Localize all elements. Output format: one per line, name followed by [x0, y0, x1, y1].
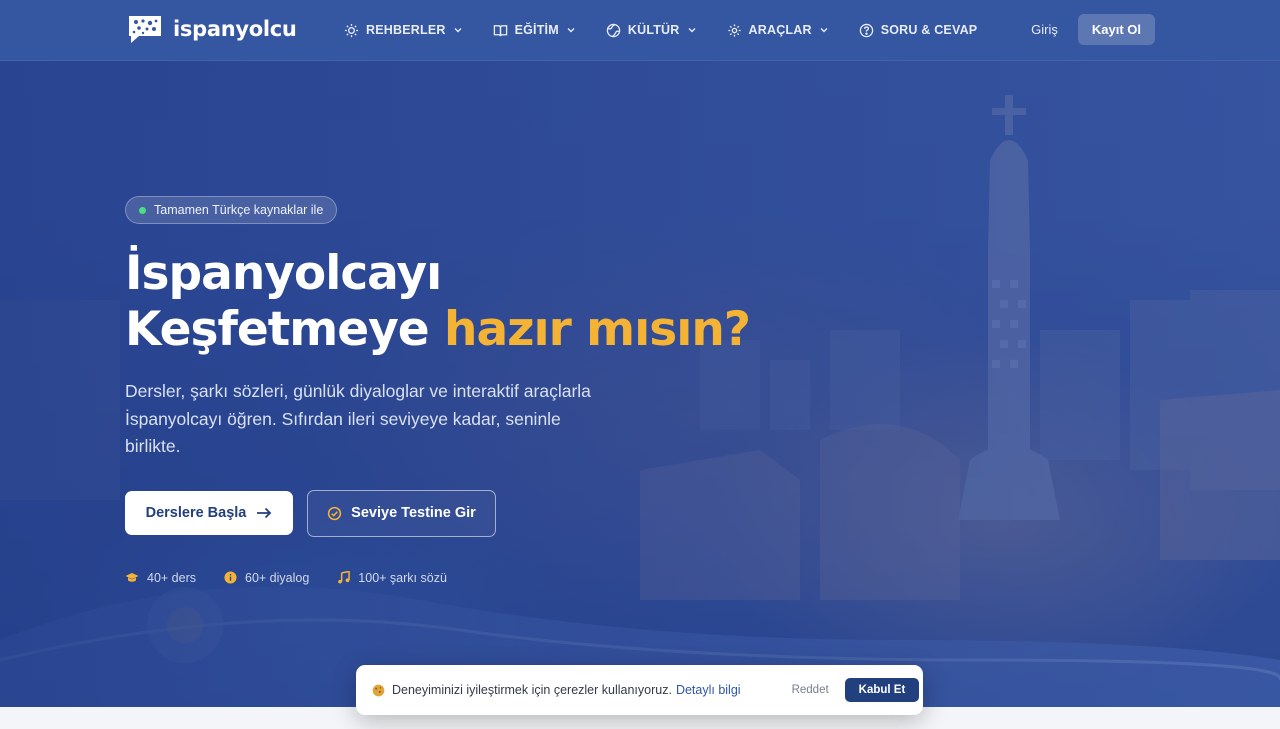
- status-dot-icon: [139, 206, 146, 214]
- cookie-accept-button[interactable]: Kabul Et: [844, 678, 920, 702]
- start-lessons-label: Derslere Başla: [145, 504, 247, 521]
- stat-songs: 100+ şarkı sözü: [337, 571, 447, 585]
- nav-item-egitim[interactable]: EĞİTİM: [493, 23, 576, 38]
- hero-section: Tamamen Türkçe kaynaklar ile İspanyolcay…: [125, 196, 775, 585]
- hero-stats: 40+ ders 60+ diyalog 100+ şarkı sözü: [125, 571, 775, 585]
- nav-item-label: KÜLTÜR: [627, 23, 680, 37]
- stat-label: 60+ diyalog: [245, 570, 310, 585]
- signup-button[interactable]: Kayıt Ol: [1077, 14, 1155, 45]
- nav-item-label: SORU & CEVAP: [880, 23, 978, 37]
- cookie-icon: [372, 684, 385, 696]
- gear-icon: [727, 23, 741, 37]
- question-icon: [859, 23, 873, 37]
- graduation-cap-icon: [125, 572, 139, 582]
- cookie-reject-button[interactable]: Reddet: [792, 684, 829, 696]
- nav-item-rehberler[interactable]: REHBERLER: [344, 23, 463, 38]
- cookie-banner: Deneyiminizi iyileştirmek için çerezler …: [356, 665, 923, 715]
- level-test-label: Seviye Testine Gir: [351, 505, 476, 521]
- music-note-icon: [338, 571, 351, 584]
- cookie-details-link[interactable]: Detaylı bilgi: [676, 683, 741, 697]
- stat-label: 100+ şarkı sözü: [358, 570, 447, 585]
- logo-speech-bubble-icon: [129, 16, 161, 43]
- nav-item-label: ARAÇLAR: [748, 23, 812, 37]
- logo[interactable]: ispanyolcu: [125, 12, 297, 46]
- stat-lessons: 40+ ders: [125, 571, 196, 585]
- stat-dialogues: 60+ diyalog: [224, 571, 309, 585]
- stat-label: 40+ ders: [147, 570, 196, 585]
- main-nav: REHBERLER EĞİTİM KÜLTÜR ARAÇLAR SORU & C…: [344, 0, 1007, 60]
- check-circle-icon: [328, 506, 342, 520]
- hero-title-accent: hazır mısın?: [443, 302, 751, 357]
- chevron-down-icon: [454, 28, 462, 33]
- info-icon: [224, 571, 237, 584]
- arrow-right-icon: [257, 507, 272, 518]
- cookie-message: Deneyiminizi iyileştirmek için çerezler …: [392, 683, 672, 697]
- hero-badge-label: Tamamen Türkçe kaynaklar ile: [154, 203, 324, 217]
- logo-text: ispanyolcu: [173, 17, 297, 41]
- nav-item-kultur[interactable]: KÜLTÜR: [606, 23, 697, 38]
- nav-item-araclar[interactable]: ARAÇLAR: [727, 23, 829, 38]
- hero-subtitle: Dersler, şarkı sözleri, günlük diyalogla…: [125, 381, 591, 456]
- login-link[interactable]: Giriş: [1031, 22, 1058, 37]
- chevron-down-icon: [688, 28, 696, 33]
- site-header: ispanyolcu REHBERLER EĞİTİM KÜLTÜR ARAÇL…: [0, 0, 1280, 61]
- start-lessons-button[interactable]: Derslere Başla: [125, 490, 293, 535]
- nav-item-label: EĞİTİM: [514, 23, 559, 37]
- hero-title: İspanyolcayı Keşfetmeye hazır mısın?: [125, 246, 775, 358]
- chevron-down-icon: [820, 28, 828, 33]
- hero-badge: Tamamen Türkçe kaynaklar ile: [125, 196, 338, 224]
- lightbulb-icon: [344, 23, 359, 37]
- globe-icon: [606, 23, 621, 37]
- book-icon: [493, 24, 507, 36]
- cta-row: Derslere Başla Seviye Testine Gir: [125, 489, 775, 537]
- hero-title-line2: Keşfetmeye: [125, 302, 430, 357]
- level-test-button[interactable]: Seviye Testine Gir: [307, 489, 496, 537]
- hero-title-line1: İspanyolcayı: [125, 246, 442, 301]
- nav-item-soru-cevap[interactable]: SORU & CEVAP: [859, 23, 978, 38]
- auth-links: Giriş Kayıt Ol: [1031, 14, 1155, 45]
- chevron-down-icon: [567, 28, 575, 33]
- nav-item-label: REHBERLER: [366, 23, 446, 37]
